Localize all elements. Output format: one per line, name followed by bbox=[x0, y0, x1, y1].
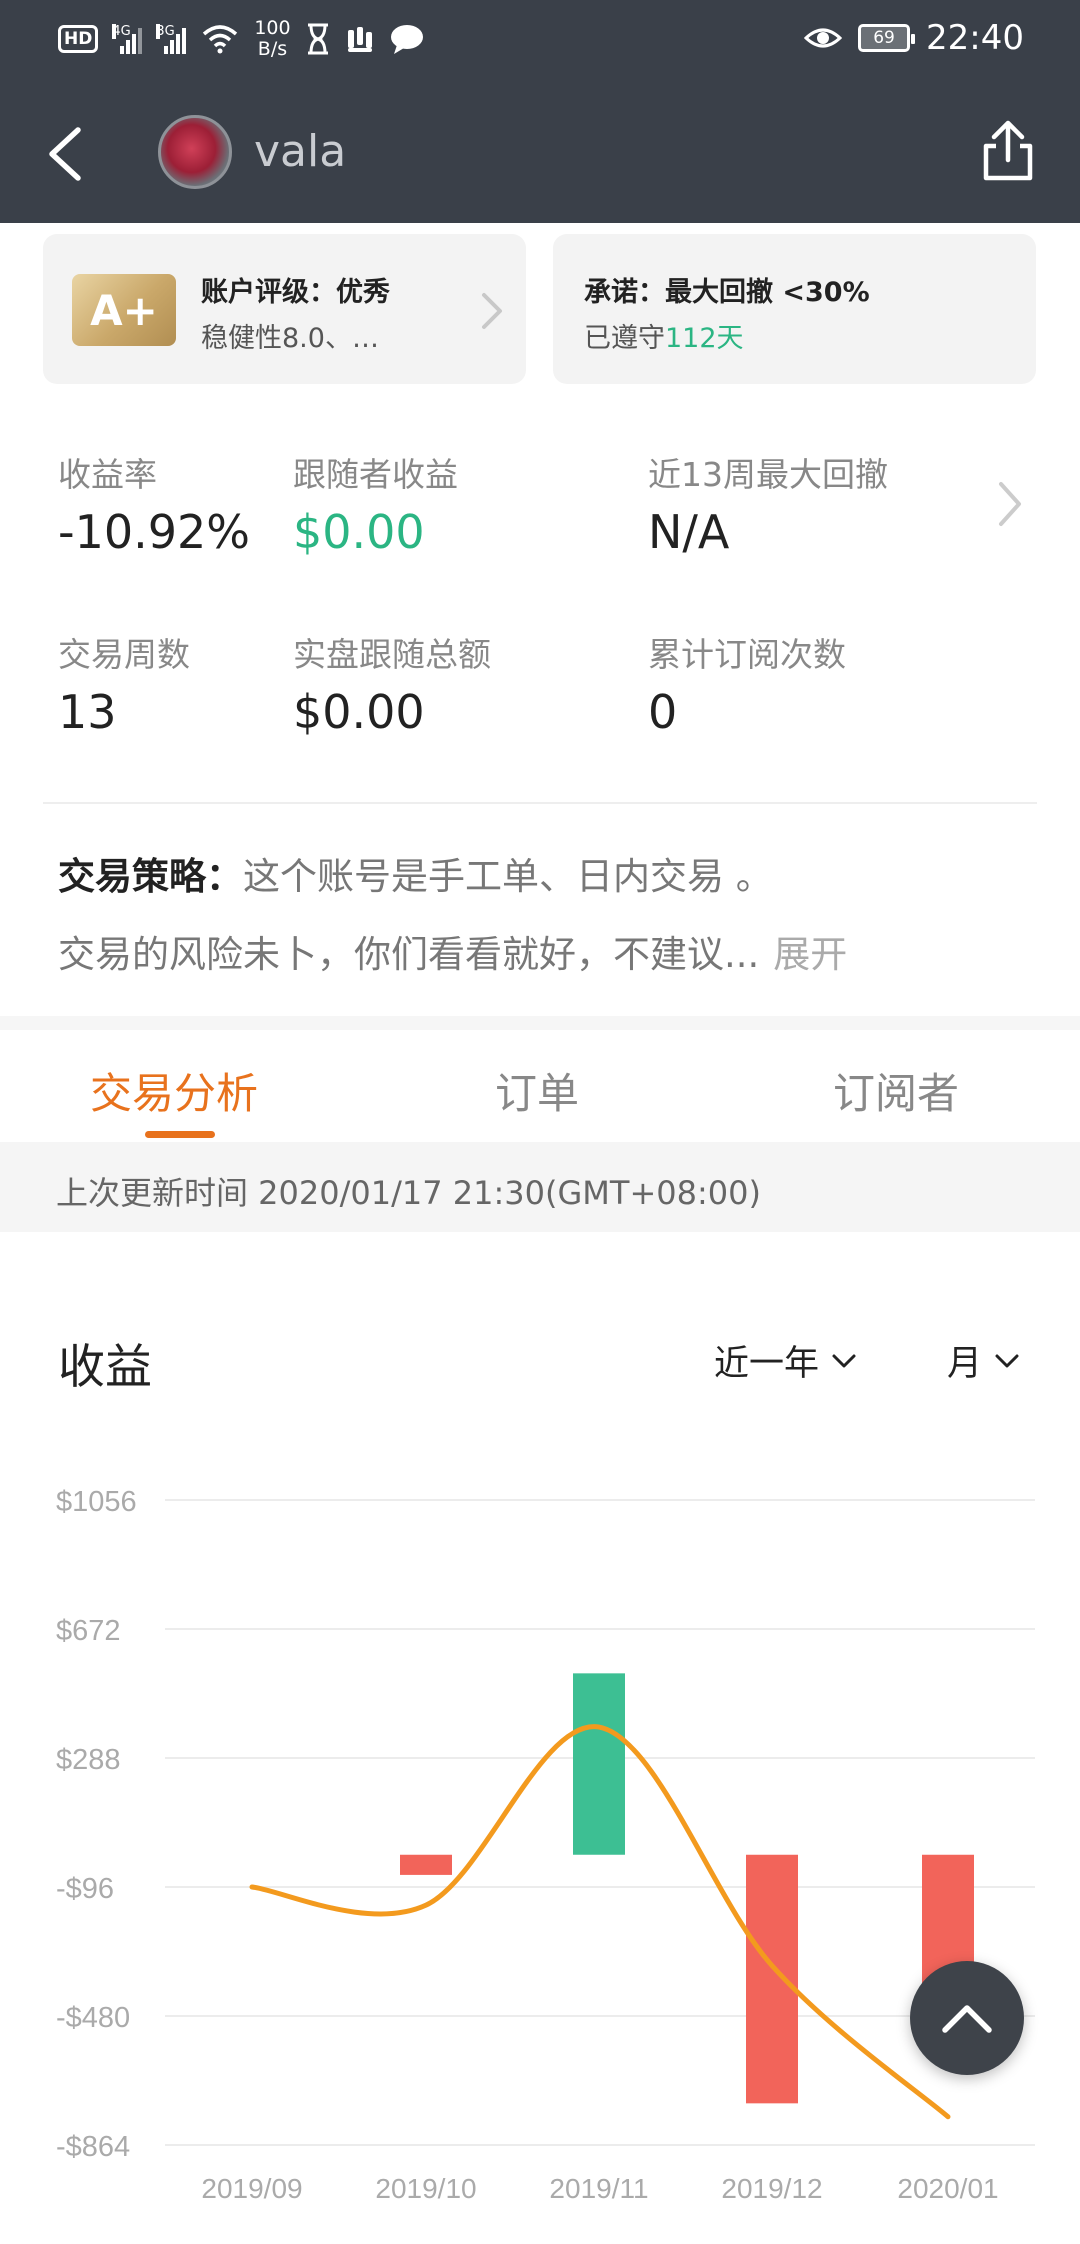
eye-icon bbox=[804, 24, 843, 52]
stat-label-real-follow-total: 实盘跟随总额 bbox=[293, 635, 491, 674]
rating-badge: A+ bbox=[72, 274, 176, 346]
bar bbox=[573, 1673, 625, 1855]
x-tick-label: 2019/10 bbox=[375, 2173, 476, 2204]
network-speed: 100 B/s bbox=[254, 17, 291, 60]
range-dropdown-label: 近一年 bbox=[714, 1344, 820, 1384]
clock: 22:40 bbox=[926, 18, 1024, 58]
chevron-down-icon bbox=[832, 1354, 856, 1367]
scroll-top-button[interactable] bbox=[910, 1961, 1024, 2075]
chevron-left-icon bbox=[49, 127, 81, 181]
status-left: HD 4G 3G 100 B/s bbox=[58, 18, 425, 60]
trader-name: vala bbox=[254, 126, 347, 177]
active-tab-indicator bbox=[145, 1131, 215, 1138]
period-dropdown-label: 月 bbox=[947, 1344, 983, 1384]
range-dropdown[interactable]: 近一年 bbox=[714, 1335, 857, 1386]
stat-label-max-drawdown: 近13周最大回撤 bbox=[648, 455, 888, 494]
stat-value-follower-profit: $0.00 bbox=[293, 505, 425, 559]
stat-value-trading-weeks: 13 bbox=[58, 685, 117, 739]
tab-trade-analysis[interactable]: 交易分析 bbox=[90, 1060, 258, 1121]
stat-label-return-rate: 收益率 bbox=[58, 455, 157, 494]
tab-subscribers[interactable]: 订阅者 bbox=[833, 1060, 959, 1121]
share-icon bbox=[983, 120, 1033, 181]
period-dropdown[interactable]: 月 bbox=[947, 1335, 1020, 1386]
x-tick-label: 2020/01 bbox=[897, 2173, 998, 2204]
promise-card[interactable]: 承诺：最大回撤 <30% 已遵守112天 bbox=[553, 234, 1036, 384]
share-button[interactable] bbox=[978, 116, 1038, 186]
chevron-right-icon[interactable] bbox=[993, 476, 1027, 532]
stat-label-trading-weeks: 交易周数 bbox=[58, 635, 190, 674]
battery-icon: 69 bbox=[858, 24, 916, 52]
stat-value-subscriptions: 0 bbox=[648, 685, 678, 739]
avatar[interactable] bbox=[158, 115, 232, 189]
promise-kept-days: 112天 bbox=[665, 323, 744, 354]
y-tick-label: -$864 bbox=[56, 2131, 130, 2163]
strategy-text-1: 这个账号是手工单、日内交易 。 bbox=[243, 855, 773, 898]
y-tick-label: $288 bbox=[56, 1744, 121, 1776]
rating-title: 账户评级：优秀 bbox=[201, 277, 390, 308]
divider bbox=[43, 802, 1037, 804]
signal-4g-icon: 4G bbox=[112, 24, 143, 54]
rating-subtitle: 稳健性8.0、… bbox=[201, 323, 379, 354]
x-tick-label: 2019/12 bbox=[721, 2173, 822, 2204]
stat-value-real-follow-total: $0.00 bbox=[293, 685, 425, 739]
app-notification-icon bbox=[345, 24, 375, 54]
section-gap bbox=[0, 1016, 1080, 1030]
strategy-line-2: 交易的风险未卜，你们看看就好，不建议... 展开 bbox=[58, 924, 847, 978]
profit-chart: $1056 $672 $288 -$96 -$480 -$864 2019/09 2019/1… bbox=[56, 1486, 1035, 2204]
y-tick-label: $672 bbox=[56, 1615, 121, 1647]
back-button[interactable] bbox=[40, 118, 100, 188]
bar bbox=[746, 1854, 798, 2104]
hd-icon: HD bbox=[58, 25, 99, 53]
stat-label-subscriptions: 累计订阅次数 bbox=[648, 635, 846, 674]
app-header: vala bbox=[0, 80, 1080, 223]
chart-title: 收益 bbox=[58, 1340, 152, 1395]
account-rating-card[interactable]: A+ 账户评级：优秀 稳健性8.0、… bbox=[43, 234, 526, 384]
chevron-up-icon bbox=[942, 2005, 992, 2033]
message-icon bbox=[389, 23, 425, 55]
strategy-line-1: 交易策略：这个账号是手工单、日内交易 。 bbox=[58, 846, 773, 900]
chevron-down-icon bbox=[995, 1354, 1019, 1367]
y-tick-label: -$96 bbox=[56, 1873, 114, 1905]
chevron-right-icon bbox=[482, 293, 502, 329]
strategy-title: 交易策略： bbox=[58, 855, 243, 898]
update-bar: 上次更新时间 2020/01/17 21:30(GMT+08:00) bbox=[0, 1142, 1080, 1232]
last-updated-text: 上次更新时间 2020/01/17 21:30(GMT+08:00) bbox=[56, 1174, 761, 1212]
y-tick-label: $1056 bbox=[56, 1486, 137, 1518]
stat-value-max-drawdown: N/A bbox=[648, 505, 730, 559]
expand-link[interactable]: 展开 bbox=[773, 933, 847, 976]
bar bbox=[400, 1854, 452, 1875]
strategy-text-2: 交易的风险未卜，你们看看就好，不建议... bbox=[58, 933, 760, 976]
x-tick-label: 2019/09 bbox=[201, 2173, 302, 2204]
stat-label-follower-profit: 跟随者收益 bbox=[293, 455, 458, 494]
status-right: 69 22:40 bbox=[804, 18, 1024, 58]
promise-title: 承诺：最大回撤 <30% bbox=[584, 277, 870, 308]
tab-orders[interactable]: 订单 bbox=[495, 1060, 579, 1121]
promise-kept: 已遵守112天 bbox=[584, 323, 744, 354]
status-bar: HD 4G 3G 100 B/s 69 22:40 bbox=[0, 0, 1080, 80]
hourglass-icon bbox=[305, 23, 331, 55]
x-tick-label: 2019/11 bbox=[549, 2173, 648, 2204]
wifi-icon bbox=[200, 24, 240, 54]
signal-3g-icon: 3G bbox=[156, 24, 187, 54]
stat-value-return-rate: -10.92% bbox=[58, 505, 250, 559]
y-tick-label: -$480 bbox=[56, 2002, 130, 2034]
